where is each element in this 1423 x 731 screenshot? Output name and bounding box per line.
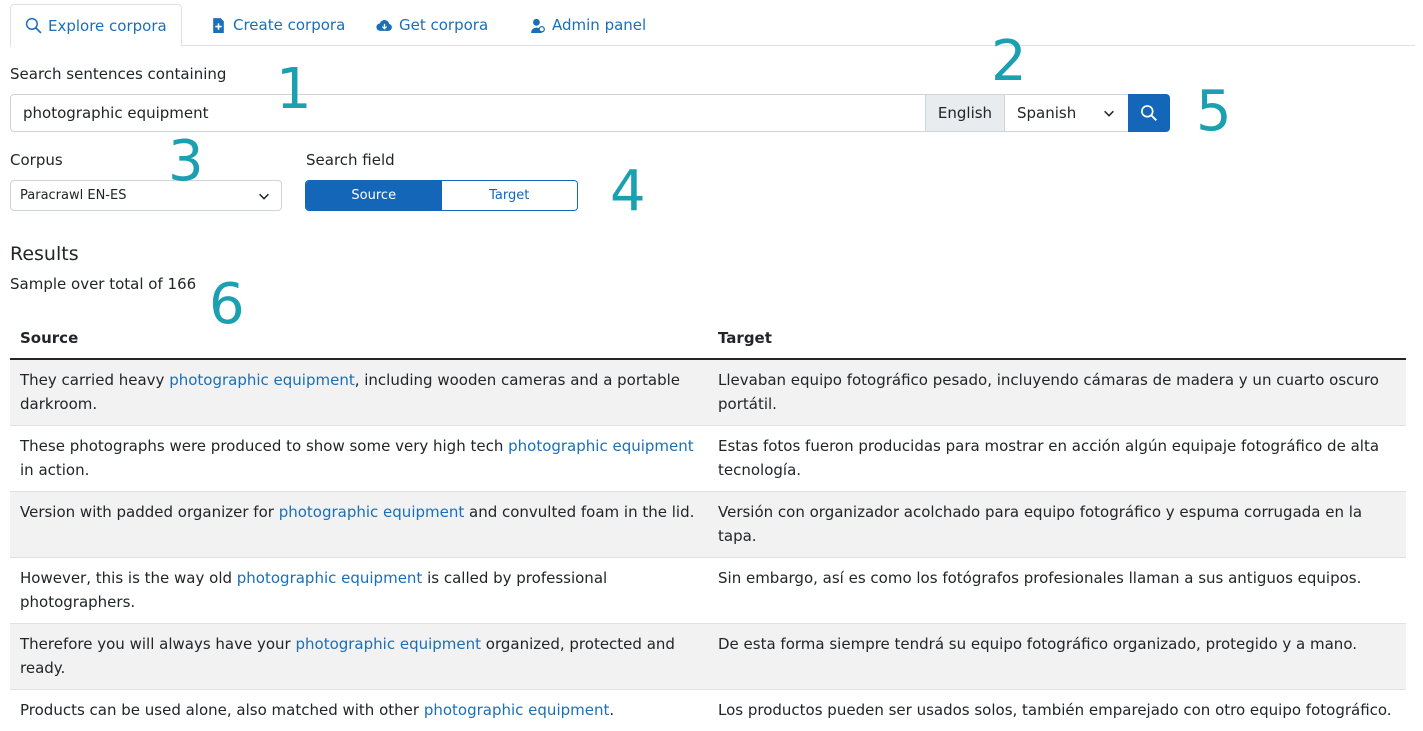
corpus-label: Corpus bbox=[10, 151, 63, 169]
chevron-down-icon bbox=[257, 189, 271, 203]
target-language-value: Spanish bbox=[1017, 104, 1076, 122]
source-text: . bbox=[609, 701, 614, 719]
chevron-down-icon bbox=[1102, 106, 1116, 120]
search-icon bbox=[1140, 104, 1158, 122]
annotation-number: 3 bbox=[168, 134, 204, 190]
search-label: Search sentences containing bbox=[10, 65, 226, 83]
search-field-target-button[interactable]: Target bbox=[442, 181, 578, 210]
source-cell: Products can be used alone, also matched… bbox=[10, 690, 708, 731]
target-cell: Sin embargo, así es como los fotógrafos … bbox=[708, 558, 1406, 624]
search-field-toggle: Source Target bbox=[305, 180, 578, 211]
results-title: Results bbox=[10, 243, 79, 265]
annotation-number: 2 bbox=[991, 34, 1027, 90]
target-language-select[interactable]: Spanish bbox=[1004, 94, 1129, 132]
annotation-number: 1 bbox=[276, 62, 312, 118]
highlighted-match: photographic equipment bbox=[295, 635, 481, 653]
corpus-select[interactable]: Paracrawl EN-ES bbox=[10, 180, 282, 211]
tab-label: Create corpora bbox=[233, 16, 345, 34]
annotation-number: 4 bbox=[610, 164, 646, 220]
cloud-download-icon bbox=[376, 17, 393, 34]
corpus-value: Paracrawl EN-ES bbox=[20, 188, 126, 203]
source-text: Therefore you will always have your bbox=[20, 635, 295, 653]
source-text: These photographs were produced to show … bbox=[20, 437, 508, 455]
tab-create-corpora[interactable]: Create corpora bbox=[196, 4, 359, 46]
tab-explore-corpora[interactable]: Explore corpora bbox=[10, 4, 182, 47]
search-icon bbox=[25, 17, 42, 34]
admin-user-icon bbox=[529, 17, 546, 34]
table-row: These photographs were produced to show … bbox=[10, 426, 1406, 492]
table-row: They carried heavy photographic equipmen… bbox=[10, 359, 1406, 426]
column-header-source: Source bbox=[10, 320, 708, 359]
target-cell: Los productos pueden ser usados solos, t… bbox=[708, 690, 1406, 731]
source-text: They carried heavy bbox=[20, 371, 169, 389]
tab-label: Explore corpora bbox=[48, 17, 167, 35]
table-row: However, this is the way old photographi… bbox=[10, 558, 1406, 624]
highlighted-match: photographic equipment bbox=[508, 437, 694, 455]
source-text: However, this is the way old bbox=[20, 569, 237, 587]
results-count: Sample over total of 166 bbox=[10, 275, 196, 293]
target-cell: Llevaban equipo fotográfico pesado, incl… bbox=[708, 359, 1406, 426]
source-cell: Therefore you will always have your phot… bbox=[10, 624, 708, 690]
column-header-target: Target bbox=[708, 320, 1406, 359]
source-cell: They carried heavy photographic equipmen… bbox=[10, 359, 708, 426]
nav-tabs: Explore corpora Create corpora Get corpo… bbox=[10, 4, 1415, 46]
table-row: Products can be used alone, also matched… bbox=[10, 690, 1406, 731]
source-text: and convulted foam in the lid. bbox=[464, 503, 694, 521]
tab-get-corpora[interactable]: Get corpora bbox=[362, 4, 502, 46]
target-cell: De esta forma siempre tendrá su equipo f… bbox=[708, 624, 1406, 690]
target-cell: Versión con organizador acolchado para e… bbox=[708, 492, 1406, 558]
search-field-source-button[interactable]: Source bbox=[306, 181, 442, 210]
source-text: Products can be used alone, also matched… bbox=[20, 701, 424, 719]
table-row: Therefore you will always have your phot… bbox=[10, 624, 1406, 690]
results-table: Source Target They carried heavy photogr… bbox=[10, 320, 1406, 731]
target-cell: Estas fotos fueron producidas para mostr… bbox=[708, 426, 1406, 492]
source-cell: However, this is the way old photographi… bbox=[10, 558, 708, 624]
highlighted-match: photographic equipment bbox=[424, 701, 610, 719]
highlighted-match: photographic equipment bbox=[237, 569, 423, 587]
source-text: in action. bbox=[20, 461, 89, 479]
search-input[interactable] bbox=[10, 94, 926, 132]
table-row: Version with padded organizer for photog… bbox=[10, 492, 1406, 558]
tab-label: Admin panel bbox=[552, 16, 646, 34]
search-field-label: Search field bbox=[306, 151, 395, 169]
source-cell: These photographs were produced to show … bbox=[10, 426, 708, 492]
source-text: Version with padded organizer for bbox=[20, 503, 279, 521]
highlighted-match: photographic equipment bbox=[279, 503, 465, 521]
source-language-label: English bbox=[925, 94, 1005, 132]
highlighted-match: photographic equipment bbox=[169, 371, 355, 389]
annotation-number: 5 bbox=[1196, 84, 1232, 140]
file-plus-icon bbox=[210, 17, 227, 34]
tab-admin-panel[interactable]: Admin panel bbox=[515, 4, 660, 46]
search-button[interactable] bbox=[1128, 94, 1170, 132]
source-cell: Version with padded organizer for photog… bbox=[10, 492, 708, 558]
tab-label: Get corpora bbox=[399, 16, 488, 34]
